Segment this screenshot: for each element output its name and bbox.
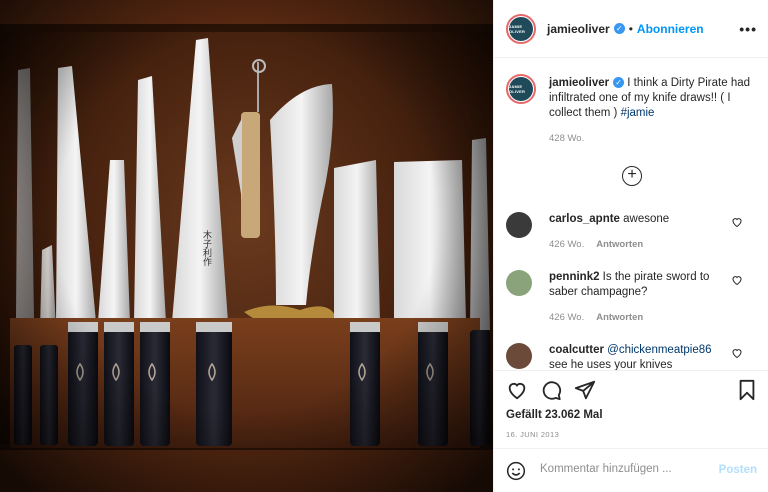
caption-time[interactable]: 428 Wo.: [549, 131, 759, 146]
knives-illustration: 木子利作: [0, 0, 493, 492]
emoji-icon[interactable]: [506, 461, 526, 481]
comment-meta: 426 Wo. Antworten: [549, 239, 655, 250]
caption-avatar[interactable]: JAMIE OLIVER: [506, 74, 536, 104]
caption-username[interactable]: jamieoliver: [549, 77, 609, 89]
verified-icon: ✓: [613, 23, 625, 34]
caption-avatar-text: JAMIE OLIVER: [509, 84, 526, 94]
comment-composer: Posten: [494, 448, 768, 492]
reply-button[interactable]: Antworten: [596, 239, 643, 250]
separator-dot: •: [628, 21, 633, 36]
like-comment-heart-icon[interactable]: [731, 274, 743, 286]
comment-mention[interactable]: @chickenmeatpie86: [607, 344, 711, 356]
comment-body: see he uses your knives: [549, 359, 673, 370]
like-comment-heart-icon[interactable]: [731, 216, 743, 228]
comment-meta: 426 Wo. Antworten: [549, 312, 655, 323]
comment-icon[interactable]: [540, 379, 562, 401]
comments-list[interactable]: JAMIE OLIVER jamieoliver ✓ I think a Dirt…: [494, 58, 768, 370]
comment-avatar[interactable]: [506, 212, 532, 238]
post-photo[interactable]: 木子利作: [0, 0, 493, 492]
comment-avatar[interactable]: [506, 343, 532, 369]
comment-username[interactable]: pennink2: [549, 271, 599, 283]
comment-input[interactable]: [540, 463, 690, 475]
avatar-logo-text: JAMIE OLIVER: [509, 23, 526, 34]
verified-icon: ✓: [613, 77, 625, 89]
comment-text: pennink2 Is the pirate sword to saber ch…: [549, 270, 724, 300]
heart-icon[interactable]: [506, 379, 528, 401]
post-comment-button[interactable]: Posten: [719, 464, 757, 476]
more-icon[interactable]: •••: [739, 21, 757, 37]
comment-body: awesone: [619, 213, 670, 225]
comment-text: coalcutter @chickenmeatpie86 see he uses …: [549, 343, 724, 370]
action-bar: Gefällt 23.062 Mal 16. JUNI 2013: [494, 370, 768, 446]
bookmark-icon[interactable]: [736, 379, 758, 401]
avatar[interactable]: JAMIE OLIVER: [506, 13, 536, 44]
comment-text: carlos_apnte awesone: [549, 212, 724, 227]
share-icon[interactable]: [574, 379, 596, 401]
comment-username[interactable]: coalcutter: [549, 344, 604, 356]
caption-hashtag[interactable]: #jamie: [621, 107, 655, 119]
comment-time[interactable]: 426 Wo.: [549, 312, 584, 323]
post-side-panel: JAMIE OLIVER jamieoliver ✓ • Abonnieren …: [493, 0, 768, 492]
add-comment-icon[interactable]: +: [622, 166, 642, 186]
follow-button[interactable]: Abonnieren: [637, 22, 704, 36]
post-header: JAMIE OLIVER jamieoliver ✓ • Abonnieren …: [494, 0, 768, 58]
caption-text: jamieoliver ✓ I think a Dirty Pirate had …: [549, 76, 759, 146]
comment-avatar[interactable]: [506, 270, 532, 296]
reply-button[interactable]: Antworten: [596, 312, 643, 323]
like-comment-heart-icon[interactable]: [731, 347, 743, 359]
comment-time[interactable]: 426 Wo.: [549, 239, 584, 250]
likes-count[interactable]: Gefällt 23.062 Mal: [506, 409, 603, 421]
comment-username[interactable]: carlos_apnte: [549, 213, 620, 225]
header-username[interactable]: jamieoliver: [547, 22, 610, 36]
post-date[interactable]: 16. JUNI 2013: [506, 430, 559, 439]
